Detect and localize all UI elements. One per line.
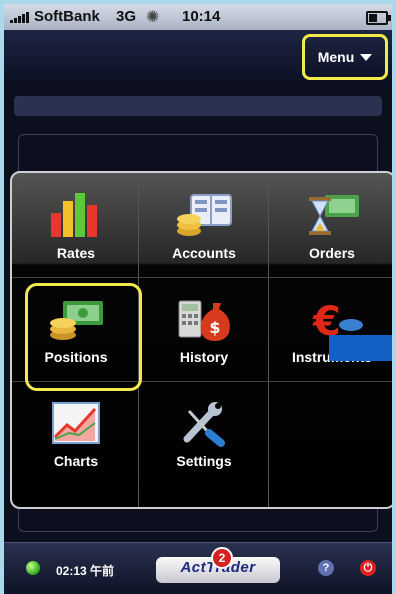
grid-item-label: Rates	[56, 245, 96, 261]
network-type: 3G	[116, 8, 137, 25]
grid-item-settings[interactable]: Settings	[140, 381, 268, 483]
grid-item-label: Charts	[53, 453, 99, 469]
server-time: 02:13 午前	[56, 564, 115, 578]
bar-chart-icon	[51, 193, 97, 237]
calculator-moneybag-icon: $	[178, 300, 230, 341]
ledger-coins-icon	[177, 194, 232, 236]
chevron-down-icon	[360, 53, 373, 61]
grid-item-history[interactable]: $ History	[140, 277, 268, 379]
line-chart-icon	[52, 402, 100, 444]
hourglass-money-icon	[309, 195, 359, 235]
menu-button[interactable]: Menu	[302, 34, 388, 80]
grid-item-label: Orders	[309, 245, 355, 261]
grid-item-accounts[interactable]: Accounts	[140, 173, 268, 275]
status-time: 10:14	[182, 8, 221, 25]
status-bar: SoftBank 3G ✺ 10:14	[4, 4, 392, 30]
grid-item-label: History	[179, 349, 229, 365]
activity-spinner-icon: ✺	[146, 9, 160, 26]
grid-item-label: Settings	[176, 453, 232, 469]
power-icon[interactable]: ⏻	[360, 560, 376, 576]
menu-button-label: Menu	[317, 49, 355, 65]
grid-item-label: Accounts	[172, 245, 236, 261]
wrench-screwdriver-icon	[183, 402, 225, 447]
grid-item-instruments[interactable]: € Instruments	[268, 277, 392, 379]
carrier-name: SoftBank	[34, 8, 100, 25]
connection-status-icon	[26, 561, 40, 575]
grid-item-charts[interactable]: Charts	[12, 381, 140, 483]
blue-overlay-block	[329, 335, 392, 361]
battery-icon	[366, 11, 391, 25]
bottom-bar: 02:13 午前 ActTrader 2 ? ⏻	[4, 542, 392, 594]
signal-icon	[10, 12, 29, 23]
positions-highlight	[25, 283, 142, 391]
nav-bar: Menu	[4, 30, 392, 87]
menu-grid: Rates Accounts Orders Positions $ Histor…	[10, 171, 392, 509]
svg-text:$: $	[209, 318, 220, 337]
app-screen: SoftBank 3G ✺ 10:14 Menu Rates Accounts …	[4, 4, 392, 594]
grid-item-orders[interactable]: Orders	[268, 173, 392, 275]
help-icon[interactable]: ?	[318, 560, 334, 576]
grid-item-rates[interactable]: Rates	[12, 173, 140, 275]
background-strip	[14, 96, 382, 116]
notification-badge[interactable]: 2	[211, 547, 233, 569]
